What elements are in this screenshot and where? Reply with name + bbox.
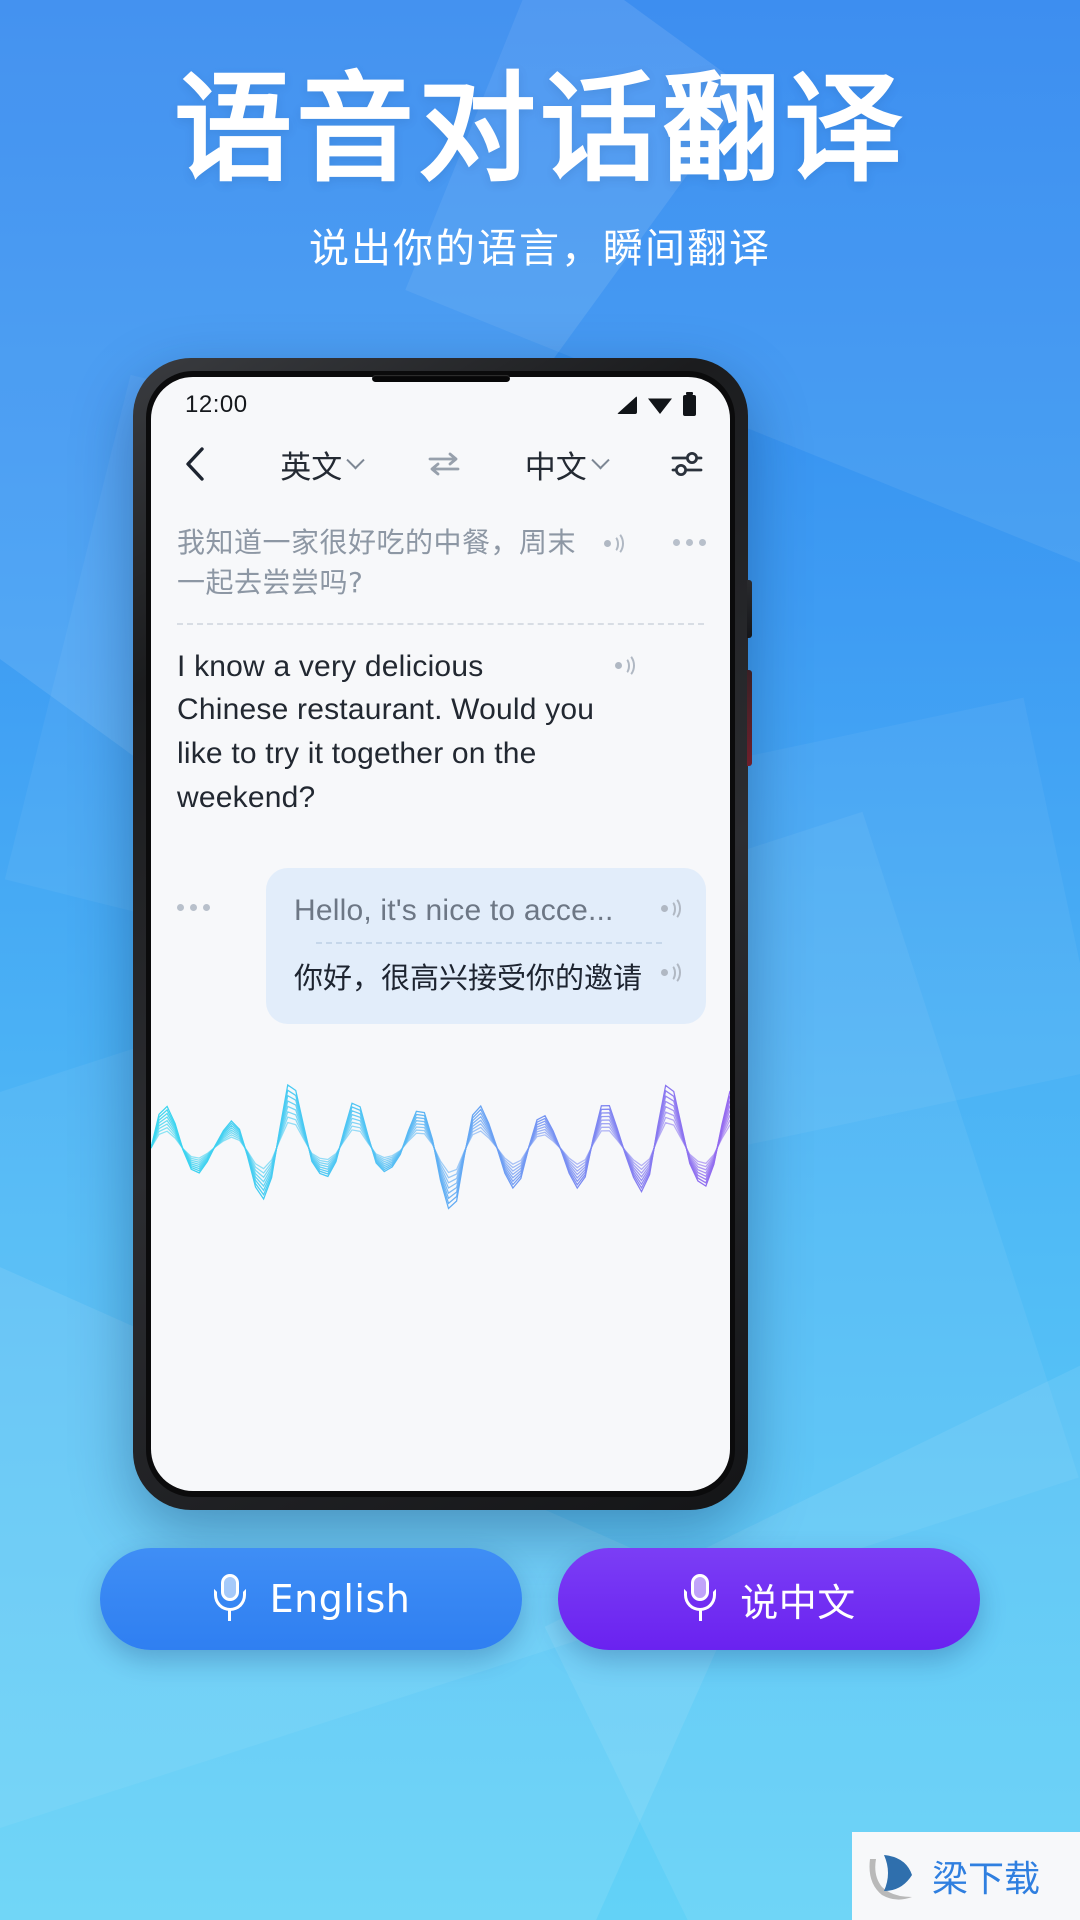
phone-screen: 12:00 英文 中文 我知道一家很好吃的中餐，周末一起去尝尝吗? I know…: [151, 377, 730, 1491]
phone-volume-button: [747, 580, 752, 638]
message-translation-text: 你好，很高兴接受你的邀请: [294, 960, 643, 995]
wifi-icon: [648, 398, 672, 414]
target-language-label: 中文: [524, 449, 587, 486]
source-language-label: 英文: [280, 449, 343, 486]
message-original-text: 我知道一家很好吃的中餐，周末一起去尝尝吗?: [177, 526, 577, 599]
back-button[interactable]: [173, 447, 217, 481]
chevron-down-icon: [346, 450, 365, 469]
conversation-list: 我知道一家很好吃的中餐，周末一起去尝尝吗? I know a very deli…: [151, 495, 730, 1260]
chevron-left-icon: [186, 447, 204, 481]
mic-button-row: English 说中文: [100, 1548, 980, 1650]
microphone-icon: [682, 1574, 718, 1624]
source-language-selector[interactable]: 英文: [280, 442, 365, 487]
speaker-icon[interactable]: [612, 652, 638, 679]
signal-icon: [617, 396, 637, 414]
speaker-icon[interactable]: [601, 531, 627, 557]
message-translation-text: I know a very delicious Chinese restaura…: [177, 649, 595, 814]
watermark-text: 梁下载: [932, 1859, 1041, 1900]
target-language-selector[interactable]: 中文: [524, 442, 610, 487]
chevron-down-icon: [591, 450, 610, 469]
speak-chinese-label: 说中文: [740, 1580, 856, 1625]
microphone-icon: [212, 1574, 248, 1624]
app-header: 英文 中文: [151, 433, 730, 495]
message-item[interactable]: Hello, it's nice to acce... 你好，很高兴接受你的邀请: [151, 867, 730, 1025]
speaker-icon[interactable]: [658, 895, 684, 922]
message-original-text: Hello, it's nice to acce...: [294, 893, 614, 927]
watermark: 梁下载: [852, 1832, 1080, 1920]
status-icons: [617, 391, 696, 416]
message-item[interactable]: 我知道一家很好吃的中餐，周末一起去尝尝吗? I know a very deli…: [151, 505, 730, 820]
phone-earpiece: [371, 375, 510, 382]
message-bubble: Hello, it's nice to acce... 你好，很高兴接受你的邀请: [266, 867, 706, 1025]
swap-languages-button[interactable]: [426, 451, 462, 477]
speak-english-label: English: [269, 1577, 411, 1621]
speaker-icon[interactable]: [658, 959, 684, 986]
settings-button[interactable]: [670, 449, 704, 479]
site-logo-icon: [862, 1845, 924, 1907]
status-bar: 12:00: [151, 377, 730, 433]
ellipsis-icon[interactable]: [177, 903, 210, 911]
promo-subline: 说出你的语言，瞬间翻译: [309, 226, 771, 272]
audio-waveform: [151, 1084, 730, 1210]
speak-chinese-button[interactable]: 说中文: [558, 1548, 980, 1650]
phone-mockup: 12:00 英文 中文 我知道一家很好吃的中餐，周末一起去尝尝吗? I know…: [133, 358, 752, 1510]
phone-bezel: 12:00 英文 中文 我知道一家很好吃的中餐，周末一起去尝尝吗? I know…: [146, 371, 735, 1497]
message-divider: [177, 622, 704, 625]
speak-english-button[interactable]: English: [100, 1548, 522, 1650]
ellipsis-icon[interactable]: [673, 539, 706, 546]
sliders-icon: [671, 452, 703, 476]
swap-arrows-icon: [428, 452, 459, 476]
phone-power-button: [747, 670, 752, 766]
status-time: 12:00: [185, 391, 248, 418]
message-divider: [316, 941, 662, 944]
promo-headline: 语音对话翻译: [173, 60, 906, 198]
battery-icon: [683, 391, 696, 416]
